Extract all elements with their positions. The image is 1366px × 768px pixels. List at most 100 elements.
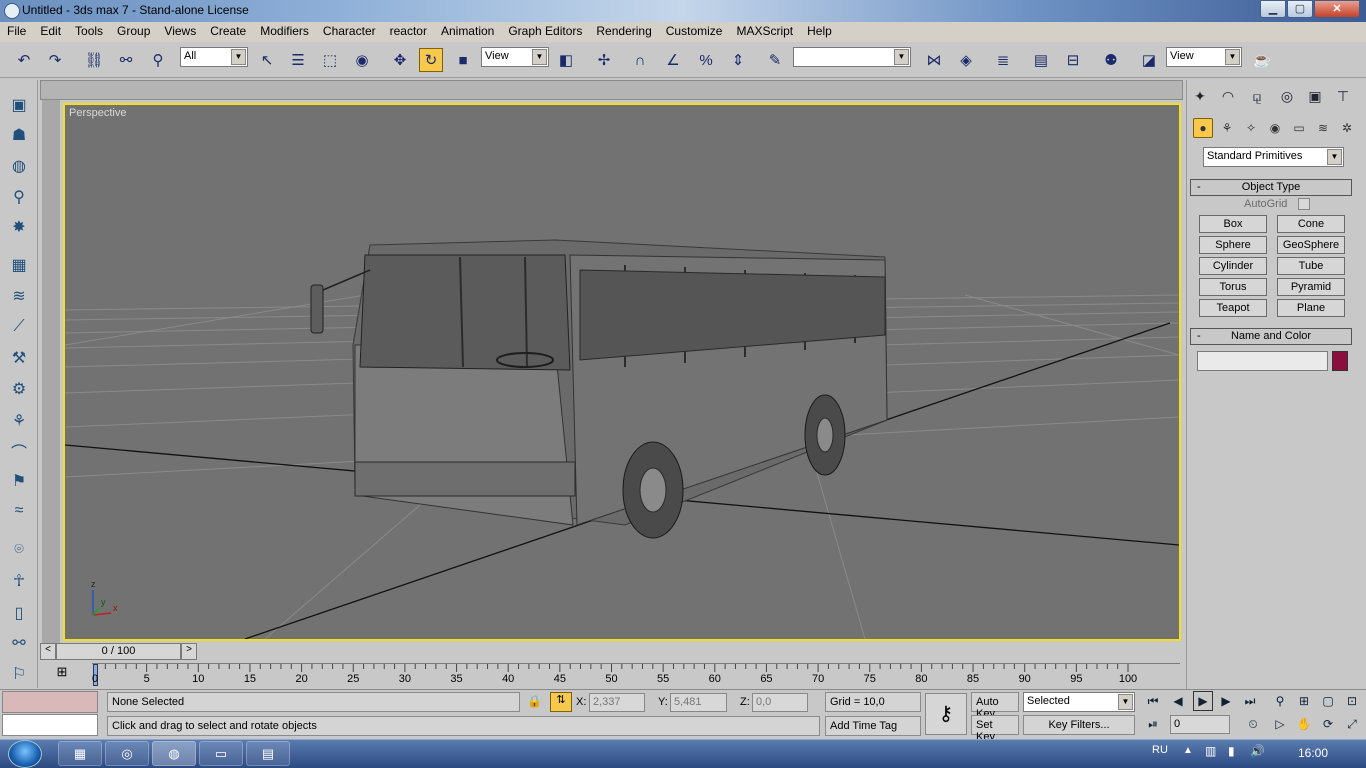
x-coord-input[interactable]: 2,337 <box>589 693 645 712</box>
menu-customize[interactable]: Customize <box>659 22 730 42</box>
rotate-icon[interactable]: ↻ <box>419 48 443 72</box>
menu-animation[interactable]: Animation <box>434 22 501 42</box>
lights-sub-icon[interactable]: ✧ <box>1241 118 1261 138</box>
menu-help[interactable]: Help <box>800 22 839 42</box>
plane-button[interactable]: Plane <box>1277 299 1345 317</box>
viewport-label[interactable]: Perspective <box>69 107 126 119</box>
mirror-icon[interactable]: ⋈ <box>922 48 946 72</box>
3dsmax-taskbar-icon[interactable]: ◍ <box>152 741 196 766</box>
close-button[interactable]: ✕ <box>1314 0 1360 18</box>
play-icon[interactable]: ▶ <box>1193 691 1213 711</box>
zoom-extents-icon[interactable]: ▢ <box>1318 691 1338 711</box>
character-icon[interactable]: ☥ <box>6 568 32 594</box>
render-type-dropdown[interactable]: View ▼ <box>1166 47 1242 67</box>
compounds-icon[interactable]: ◍ <box>6 153 32 179</box>
maxscript-listener-white[interactable] <box>2 714 98 736</box>
angle-snap-icon[interactable]: ∠ <box>661 48 685 72</box>
y-coord-input[interactable]: 5,481 <box>670 693 727 712</box>
current-frame-input[interactable]: 0 <box>1170 715 1230 734</box>
spacewarps-sub-icon[interactable]: ≋ <box>1313 118 1333 138</box>
particles-icon[interactable]: ✸ <box>6 214 32 240</box>
unlink-icon[interactable]: ⚯ <box>114 48 138 72</box>
auto-key-button[interactable]: Auto Key <box>971 692 1019 720</box>
curve-editor-icon[interactable]: ▤ <box>1029 48 1053 72</box>
geometry-icon[interactable]: ● <box>1193 118 1213 138</box>
systems-icon[interactable]: ⌒ <box>6 438 32 464</box>
tools-icon[interactable]: ⚐ <box>6 661 32 687</box>
objects-icon[interactable]: ▣ <box>6 92 32 118</box>
move-icon[interactable]: ✥ <box>388 48 412 72</box>
pyramid-button[interactable]: Pyramid <box>1277 278 1345 296</box>
show-desktop-icon[interactable]: ▦ <box>58 741 102 766</box>
percent-snap-icon[interactable]: % <box>694 48 718 72</box>
pan-icon[interactable]: ✋ <box>1294 714 1314 734</box>
shapes-icon[interactable]: ☗ <box>6 122 32 148</box>
menu-modifiers[interactable]: Modifiers <box>253 22 316 42</box>
lock-selection-icon[interactable]: 🔒 <box>527 694 542 708</box>
object-type-rollout[interactable]: - Object Type <box>1190 179 1352 196</box>
cone-button[interactable]: Cone <box>1277 215 1345 233</box>
object-name-input[interactable] <box>1197 351 1328 371</box>
align-icon[interactable]: ◈ <box>954 48 978 72</box>
zoom-icon[interactable]: ⚲ <box>1270 691 1290 711</box>
patch-icon[interactable]: ▦ <box>6 252 32 278</box>
zoom-all-icon[interactable]: ⊞ <box>1294 691 1314 711</box>
app-icon[interactable] <box>4 3 20 19</box>
systems-sub-icon[interactable]: ✲ <box>1337 118 1357 138</box>
field-of-view-icon[interactable]: ▷ <box>1270 714 1290 734</box>
menu-character[interactable]: Character <box>316 22 383 42</box>
pivot-icon[interactable]: ◧ <box>554 48 578 72</box>
reference-coord-dropdown[interactable]: View ▼ <box>481 47 549 67</box>
cameras-sub-icon[interactable]: ◉ <box>1265 118 1285 138</box>
viewport-track-bar[interactable] <box>40 80 1183 100</box>
modify-tab-icon[interactable]: ◠ <box>1216 84 1240 108</box>
menu-reactor[interactable]: reactor <box>383 22 434 42</box>
time-prev-button[interactable]: < <box>40 643 56 660</box>
named-selection-dropdown[interactable]: ▼ <box>793 47 911 67</box>
biped-icon[interactable]: ⌾ <box>6 537 32 563</box>
menu-group[interactable]: Group <box>110 22 157 42</box>
tray-expand-icon[interactable]: ▲ <box>1183 745 1193 756</box>
quick-render-icon[interactable]: ☕ <box>1250 48 1274 72</box>
notepad-icon[interactable]: ▤ <box>246 741 290 766</box>
autogrid-checkbox[interactable] <box>1298 198 1310 210</box>
primitive-category-dropdown[interactable]: Standard Primitives ▼ <box>1203 147 1344 167</box>
reactor-icon[interactable]: ⚑ <box>6 468 32 494</box>
menu-views[interactable]: Views <box>157 22 203 42</box>
geosphere-button[interactable]: GeoSphere <box>1277 236 1345 254</box>
z-coord-input[interactable]: 0,0 <box>752 693 808 712</box>
start-button[interactable] <box>8 740 42 768</box>
previous-frame-icon[interactable]: ◀ <box>1168 691 1188 711</box>
language-indicator[interactable]: RU <box>1152 744 1168 756</box>
device-icon[interactable]: ▮ <box>1228 744 1235 758</box>
tube-button[interactable]: Tube <box>1277 257 1345 275</box>
go-to-end-icon[interactable]: ⏭ <box>1240 691 1260 711</box>
network-icon[interactable]: ▥ <box>1205 744 1216 758</box>
spacewarps-icon[interactable]: ⚙ <box>6 376 32 402</box>
minimize-button[interactable]: ▁ <box>1260 0 1286 18</box>
redo-icon[interactable]: ↷ <box>43 48 67 72</box>
name-color-rollout[interactable]: - Name and Color <box>1190 328 1352 345</box>
menu-edit[interactable]: Edit <box>33 22 68 42</box>
set-key-icon[interactable]: ⚷ <box>925 693 967 735</box>
nurbs-icon[interactable]: ≋ <box>6 283 32 309</box>
undo-icon[interactable]: ↶ <box>12 48 36 72</box>
render-scene-icon[interactable]: ◪ <box>1137 48 1161 72</box>
utilities-tab-icon[interactable]: ⊤ <box>1331 84 1355 108</box>
display-tab-icon[interactable]: ▣ <box>1303 84 1327 108</box>
selection-filter-dropdown[interactable]: All ▼ <box>180 47 248 67</box>
torus-button[interactable]: Torus <box>1199 278 1267 296</box>
time-next-button[interactable]: > <box>181 643 197 660</box>
time-slider[interactable]: 0 / 100 <box>56 643 181 660</box>
teapot-button[interactable]: Teapot <box>1199 299 1267 317</box>
trackbar-menu-icon[interactable]: ⊞ <box>50 664 74 684</box>
rect-region-icon[interactable]: ⬚ <box>318 48 342 72</box>
link-icon[interactable]: ▯ <box>6 600 32 626</box>
time-config-icon[interactable]: ⏲ <box>1243 714 1263 734</box>
select-by-name-icon[interactable]: ☰ <box>286 48 310 72</box>
volume-icon[interactable]: 🔊 <box>1250 744 1265 758</box>
spinner-snap-icon[interactable]: ⇕ <box>726 48 750 72</box>
select-link-icon[interactable]: ⛓ <box>82 48 106 72</box>
key-mode-dropdown[interactable]: Selected ▼ <box>1023 692 1135 712</box>
menu-file[interactable]: File <box>0 22 33 42</box>
